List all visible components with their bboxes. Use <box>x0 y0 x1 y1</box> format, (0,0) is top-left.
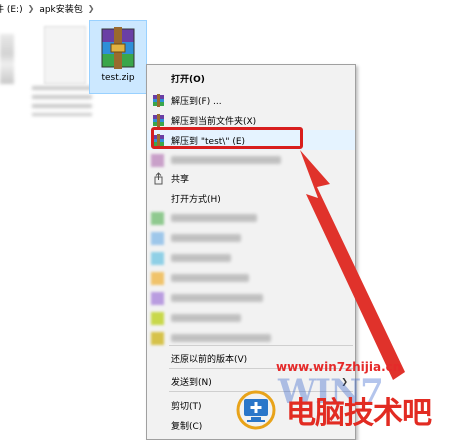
menu-item-label: 打开方式(H) <box>171 194 221 205</box>
menu-item-blurred[interactable] <box>147 228 355 248</box>
winrar-icon <box>153 93 164 107</box>
breadcrumb: 文件 (E:) ❯ apk安装包 ❯ <box>0 0 474 16</box>
blurred-icon <box>151 291 164 305</box>
menu-item-label: 发送到(N) <box>171 377 212 388</box>
chevron-right-icon[interactable]: ❯ <box>88 4 95 13</box>
blurred-document-icon[interactable] <box>44 26 86 84</box>
menu-item-blurred[interactable] <box>147 150 355 170</box>
menu-item-blurred[interactable] <box>147 308 355 328</box>
menu-item-label: 解压到(F) ... <box>171 96 222 107</box>
selected-file-test-zip[interactable]: test.zip <box>89 20 147 94</box>
watermark-url: www.win7zhijia.cn <box>276 360 402 374</box>
monitor-logo-icon <box>236 390 276 430</box>
menu-item-label: 剪切(T) <box>171 401 202 412</box>
blurred-icon <box>151 271 164 285</box>
breadcrumb-drive[interactable]: 文件 (E:) <box>0 2 23 15</box>
blurred-label <box>171 334 271 342</box>
blurred-label <box>171 234 241 242</box>
menu-item-share[interactable]: 共享 <box>147 168 355 188</box>
highlight-box <box>151 127 303 149</box>
menu-item-label: 解压到当前文件夹(X) <box>171 116 257 127</box>
blurred-label <box>171 274 249 282</box>
menu-item-label: 共享 <box>171 174 190 185</box>
blurred-label <box>171 156 281 164</box>
blurred-file-icon[interactable] <box>0 34 14 84</box>
menu-item-blurred[interactable] <box>147 248 355 268</box>
menu-item-blurred[interactable] <box>147 208 355 228</box>
menu-item-blurred[interactable] <box>147 268 355 288</box>
menu-item-label: 还原以前的版本(V) <box>171 354 248 365</box>
menu-item-open[interactable]: 打开(O) <box>147 68 355 88</box>
menu-item-open-with[interactable]: 打开方式(H) <box>147 188 355 208</box>
watermark-brand: 电脑技术吧 <box>286 396 432 431</box>
blurred-icon <box>151 251 164 265</box>
breadcrumb-folder[interactable]: apk安装包 <box>39 2 82 15</box>
blurred-icon <box>151 231 164 245</box>
blurred-label <box>171 254 231 262</box>
winrar-archive-icon <box>101 27 135 69</box>
chevron-right-icon: ❯ <box>27 3 35 13</box>
blurred-icon <box>151 311 164 325</box>
menu-item-blurred[interactable] <box>147 288 355 308</box>
blurred-icon <box>151 211 164 225</box>
blurred-icon <box>151 331 164 345</box>
winrar-icon <box>153 113 164 127</box>
share-icon <box>154 171 163 184</box>
file-name-label: test.zip <box>101 73 135 83</box>
menu-item-extract-to[interactable]: 解压到(F) ... <box>147 90 355 110</box>
blurred-label <box>171 294 263 302</box>
blurred-icon <box>151 153 164 167</box>
menu-item-label: 复制(C) <box>171 421 203 432</box>
blurred-file-label <box>32 86 92 116</box>
blurred-label <box>171 314 241 322</box>
menu-separator <box>169 345 353 346</box>
blurred-label <box>171 214 257 222</box>
menu-item-label: 打开(O) <box>171 74 205 85</box>
